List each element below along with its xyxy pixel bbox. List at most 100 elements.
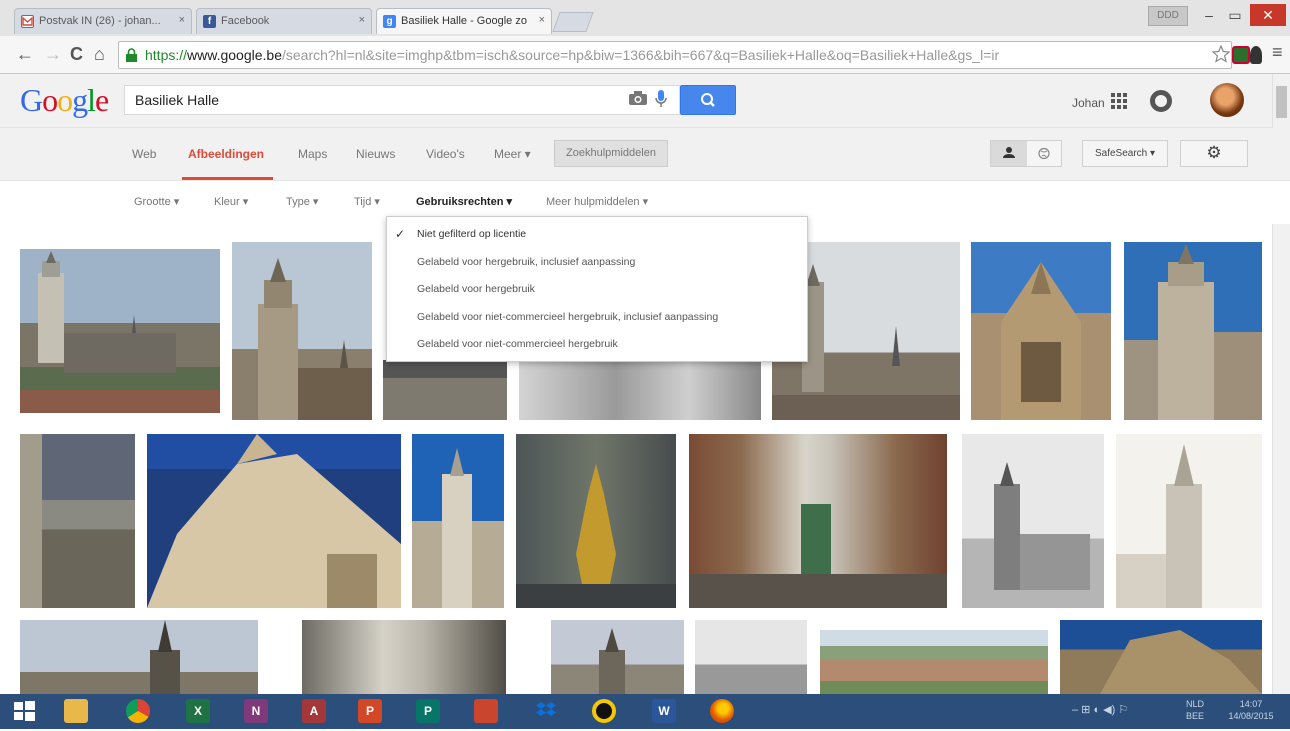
home-button[interactable]: ⌂ — [94, 44, 105, 65]
tab-maps[interactable]: Maps — [298, 147, 327, 161]
image-result[interactable] — [232, 242, 372, 420]
notifications-icon[interactable] — [1150, 90, 1172, 112]
publisher-icon[interactable]: P — [416, 699, 440, 723]
camera-icon[interactable] — [628, 90, 648, 106]
filter-time[interactable]: Tijd ▾ — [354, 195, 380, 208]
tab-images[interactable]: Afbeeldingen — [188, 147, 264, 161]
image-result[interactable] — [551, 620, 684, 694]
image-result[interactable] — [1124, 242, 1262, 420]
facebook-icon: f — [203, 15, 216, 28]
windows-start-icon[interactable] — [12, 699, 36, 723]
image-result[interactable] — [820, 630, 1048, 694]
word-icon[interactable]: W — [652, 699, 676, 723]
settings-gear-icon[interactable]: ⚙ — [1180, 140, 1248, 167]
image-result[interactable] — [519, 360, 761, 420]
person-view-button[interactable] — [991, 141, 1027, 166]
avatar[interactable] — [1210, 83, 1244, 117]
microphone-icon[interactable] — [654, 89, 668, 109]
tab-web[interactable]: Web — [132, 147, 156, 161]
usage-rights-dropdown: ✓ Niet gefilterd op licentie Gelabeld vo… — [386, 216, 808, 362]
usage-rights-option[interactable]: Gelabeld voor hergebruik, inclusief aanp… — [417, 256, 635, 268]
globe-view-button[interactable] — [1027, 141, 1061, 166]
reload-button[interactable]: C — [70, 44, 83, 65]
onenote-icon[interactable]: N — [244, 699, 268, 723]
image-result[interactable] — [20, 434, 135, 608]
usage-rights-option[interactable]: Gelabeld voor hergebruik — [417, 283, 535, 295]
chrome-icon[interactable] — [126, 699, 150, 723]
image-result[interactable] — [695, 620, 807, 694]
extension-icon[interactable] — [1232, 46, 1250, 64]
profile-button[interactable]: DDD — [1148, 6, 1188, 26]
apps-grid-icon[interactable] — [1111, 93, 1127, 109]
maximize-button[interactable]: ▭ — [1222, 4, 1248, 26]
google-icon: g — [383, 15, 396, 28]
chrome-menu-icon[interactable]: ≡ — [1272, 42, 1283, 63]
filter-type[interactable]: Type ▾ — [286, 195, 318, 208]
image-result[interactable] — [412, 434, 504, 608]
tab-facebook[interactable]: f Facebook × — [196, 8, 372, 34]
filter-size[interactable]: Grootte ▾ — [134, 195, 179, 208]
tray-date: 14/08/2015 — [1228, 711, 1274, 721]
image-result[interactable] — [689, 434, 947, 608]
tab-gmail[interactable]: Postvak IN (26) - johan... × — [14, 8, 192, 34]
usage-rights-option[interactable]: Gelabeld voor niet-commercieel hergebrui… — [417, 311, 718, 323]
image-result[interactable] — [20, 249, 220, 413]
tab-google-images[interactable]: g Basiliek Halle - Google zo × — [376, 8, 552, 34]
tray-time: 14:07 — [1239, 699, 1263, 709]
search-tools-button[interactable]: Zoekhulpmiddelen — [554, 140, 668, 167]
usage-rights-option[interactable]: Gelabeld voor niet-commercieel hergebrui… — [417, 338, 618, 350]
google-logo[interactable]: Google — [20, 82, 109, 119]
filter-usage-rights[interactable]: Gebruiksrechten ▾ — [416, 195, 512, 208]
checkmark-icon: ✓ — [395, 227, 406, 241]
image-result[interactable] — [516, 434, 676, 608]
search-button[interactable] — [680, 85, 736, 115]
image-result[interactable] — [971, 242, 1111, 420]
dropbox-icon[interactable] — [534, 699, 558, 723]
norton-icon[interactable] — [592, 699, 616, 723]
tools-icon[interactable] — [474, 699, 498, 723]
clock[interactable]: 14:07 14/08/2015 — [1220, 698, 1282, 722]
filter-color[interactable]: Kleur ▾ — [214, 195, 248, 208]
minimize-button[interactable]: – — [1196, 4, 1222, 26]
search-type-tabs: Web Afbeeldingen Maps Nieuws Video's Mee… — [0, 128, 1290, 181]
tab-more[interactable]: Meer ▾ — [494, 147, 531, 161]
logo-letter: o — [42, 82, 58, 118]
forward-button[interactable]: → — [44, 44, 62, 65]
close-tab-icon[interactable]: × — [359, 14, 365, 26]
firefox-icon[interactable] — [710, 699, 734, 723]
close-window-button[interactable]: ✕ — [1250, 4, 1286, 26]
person-icon — [1003, 147, 1015, 158]
logo-letter: o — [57, 82, 73, 118]
tab-news[interactable]: Nieuws — [356, 147, 395, 161]
user-name[interactable]: Johan — [1072, 96, 1105, 110]
image-result[interactable] — [1060, 620, 1262, 694]
close-tab-icon[interactable]: × — [179, 14, 185, 26]
powerpoint-icon[interactable]: P — [358, 699, 382, 723]
usage-rights-option[interactable]: Niet gefilterd op licentie — [417, 228, 526, 240]
view-toggle — [990, 140, 1062, 167]
address-bar[interactable]: https://www.google.be/search?hl=nl&site=… — [118, 41, 1232, 69]
image-result[interactable] — [147, 434, 401, 608]
tab-videos[interactable]: Video's — [426, 147, 465, 161]
new-tab-button[interactable] — [552, 12, 594, 32]
back-button[interactable]: ← — [16, 44, 34, 65]
bookmark-star-icon[interactable] — [1211, 44, 1231, 63]
scrollbar-thumb[interactable] — [1276, 86, 1287, 118]
extension-icon[interactable] — [1250, 46, 1262, 64]
safesearch-button[interactable]: SafeSearch ▾ — [1082, 140, 1168, 167]
image-result[interactable] — [1116, 434, 1262, 608]
google-header: Google Basiliek Halle Johan — [0, 74, 1290, 128]
language-indicator[interactable]: NLD BEE — [1180, 698, 1210, 722]
image-result[interactable] — [20, 620, 258, 694]
filter-more-tools[interactable]: Meer hulpmiddelen ▾ — [546, 195, 648, 208]
access-icon[interactable]: A — [302, 699, 326, 723]
search-input[interactable]: Basiliek Halle — [124, 85, 680, 115]
file-explorer-icon[interactable] — [64, 699, 88, 723]
image-result[interactable] — [383, 360, 507, 420]
image-result[interactable] — [302, 620, 506, 694]
logo-letter: e — [95, 82, 109, 118]
image-result[interactable] — [962, 434, 1104, 608]
excel-icon[interactable]: X — [186, 699, 210, 723]
close-tab-icon[interactable]: × — [539, 14, 545, 26]
system-tray-icons[interactable]: – ⊞ ◐ ◀) ⚐ — [1072, 704, 1128, 716]
